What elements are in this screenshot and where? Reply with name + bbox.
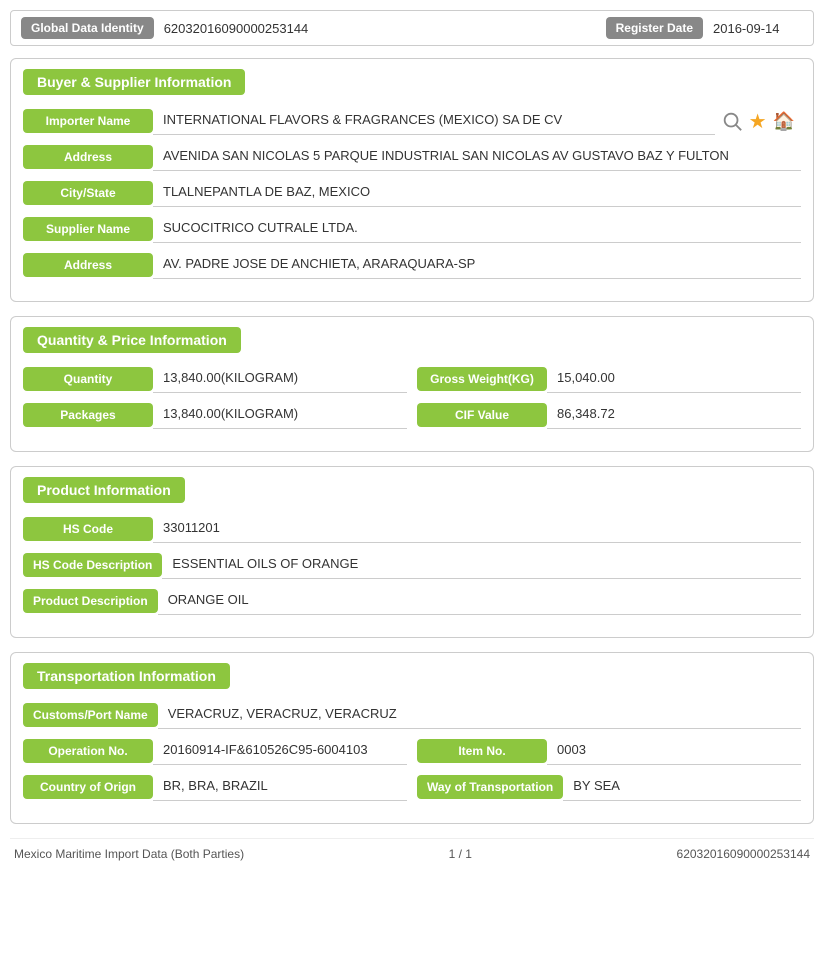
gross-weight-label: Gross Weight(KG) bbox=[417, 367, 547, 391]
register-date-label: Register Date bbox=[606, 17, 703, 39]
home-icon[interactable]: 🏠 bbox=[773, 111, 795, 132]
hs-code-value: 33011201 bbox=[153, 515, 801, 543]
customs-value: VERACRUZ, VERACRUZ, VERACRUZ bbox=[158, 701, 801, 729]
city-value: TLALNEPANTLA DE BAZ, MEXICO bbox=[153, 179, 801, 207]
customs-label: Customs/Port Name bbox=[23, 703, 158, 727]
importer-icons: ★ 🏠 bbox=[715, 109, 801, 134]
packages-cif-row: Packages 13,840.00(KILOGRAM) CIF Value 8… bbox=[23, 401, 801, 429]
product-desc-label: Product Description bbox=[23, 589, 158, 613]
footer: Mexico Maritime Import Data (Both Partie… bbox=[10, 838, 814, 865]
customs-row: Customs/Port Name VERACRUZ, VERACRUZ, VE… bbox=[23, 701, 801, 729]
country-value: BR, BRA, BRAZIL bbox=[153, 773, 407, 801]
quantity-value: 13,840.00(KILOGRAM) bbox=[153, 365, 407, 393]
cif-value-label: CIF Value bbox=[417, 403, 547, 427]
address1-value: AVENIDA SAN NICOLAS 5 PARQUE INDUSTRIAL … bbox=[153, 143, 801, 171]
country-label: Country of Orign bbox=[23, 775, 153, 799]
item-value: 0003 bbox=[547, 737, 801, 765]
quantity-label: Quantity bbox=[23, 367, 153, 391]
country-col: Country of Orign BR, BRA, BRAZIL bbox=[23, 773, 407, 801]
quantity-col: Quantity 13,840.00(KILOGRAM) bbox=[23, 365, 407, 393]
quantity-gross-row: Quantity 13,840.00(KILOGRAM) Gross Weigh… bbox=[23, 365, 801, 393]
search-icon[interactable] bbox=[721, 110, 743, 132]
way-value: BY SEA bbox=[563, 773, 801, 801]
country-way-row: Country of Orign BR, BRA, BRAZIL Way of … bbox=[23, 773, 801, 801]
register-date-value: 2016-09-14 bbox=[713, 21, 803, 36]
city-label: City/State bbox=[23, 181, 153, 205]
footer-right: 62032016090000253144 bbox=[677, 847, 810, 861]
address2-value: AV. PADRE JOSE DE ANCHIETA, ARARAQUARA-S… bbox=[153, 251, 801, 279]
gross-weight-col: Gross Weight(KG) 15,040.00 bbox=[417, 365, 801, 393]
supplier-label: Supplier Name bbox=[23, 217, 153, 241]
packages-col: Packages 13,840.00(KILOGRAM) bbox=[23, 401, 407, 429]
star-icon[interactable]: ★ bbox=[749, 109, 767, 134]
product-section: Product Information HS Code 33011201 HS … bbox=[10, 466, 814, 638]
hs-code-row: HS Code 33011201 bbox=[23, 515, 801, 543]
packages-label: Packages bbox=[23, 403, 153, 427]
supplier-value: SUCOCITRICO CUTRALE LTDA. bbox=[153, 215, 801, 243]
supplier-row: Supplier Name SUCOCITRICO CUTRALE LTDA. bbox=[23, 215, 801, 243]
quantity-price-title: Quantity & Price Information bbox=[23, 327, 241, 353]
gross-weight-value: 15,040.00 bbox=[547, 365, 801, 393]
way-col: Way of Transportation BY SEA bbox=[417, 773, 801, 801]
transportation-title: Transportation Information bbox=[23, 663, 230, 689]
item-label: Item No. bbox=[417, 739, 547, 763]
footer-center: 1 / 1 bbox=[449, 847, 472, 861]
hs-code-label: HS Code bbox=[23, 517, 153, 541]
item-col: Item No. 0003 bbox=[417, 737, 801, 765]
operation-col: Operation No. 20160914-IF&610526C95-6004… bbox=[23, 737, 407, 765]
packages-value: 13,840.00(KILOGRAM) bbox=[153, 401, 407, 429]
global-identity-label: Global Data Identity bbox=[21, 17, 154, 39]
global-header: Global Data Identity 6203201609000025314… bbox=[10, 10, 814, 46]
operation-value: 20160914-IF&610526C95-6004103 bbox=[153, 737, 407, 765]
way-label: Way of Transportation bbox=[417, 775, 563, 799]
buyer-supplier-title: Buyer & Supplier Information bbox=[23, 69, 245, 95]
operation-label: Operation No. bbox=[23, 739, 153, 763]
address1-row: Address AVENIDA SAN NICOLAS 5 PARQUE IND… bbox=[23, 143, 801, 171]
address2-row: Address AV. PADRE JOSE DE ANCHIETA, ARAR… bbox=[23, 251, 801, 279]
importer-row: Importer Name INTERNATIONAL FLAVORS & FR… bbox=[23, 107, 801, 135]
product-desc-value: ORANGE OIL bbox=[158, 587, 801, 615]
buyer-supplier-section: Buyer & Supplier Information Importer Na… bbox=[10, 58, 814, 302]
importer-label: Importer Name bbox=[23, 109, 153, 133]
transportation-section: Transportation Information Customs/Port … bbox=[10, 652, 814, 824]
global-identity-value: 62032016090000253144 bbox=[164, 21, 596, 36]
cif-value-value: 86,348.72 bbox=[547, 401, 801, 429]
hs-code-desc-value: ESSENTIAL OILS OF ORANGE bbox=[162, 551, 801, 579]
importer-value: INTERNATIONAL FLAVORS & FRAGRANCES (MEXI… bbox=[153, 107, 715, 135]
operation-item-row: Operation No. 20160914-IF&610526C95-6004… bbox=[23, 737, 801, 765]
footer-left: Mexico Maritime Import Data (Both Partie… bbox=[14, 847, 244, 861]
hs-code-desc-label: HS Code Description bbox=[23, 553, 162, 577]
address1-label: Address bbox=[23, 145, 153, 169]
address2-label: Address bbox=[23, 253, 153, 277]
product-title: Product Information bbox=[23, 477, 185, 503]
quantity-price-section: Quantity & Price Information Quantity 13… bbox=[10, 316, 814, 452]
product-desc-row: Product Description ORANGE OIL bbox=[23, 587, 801, 615]
city-row: City/State TLALNEPANTLA DE BAZ, MEXICO bbox=[23, 179, 801, 207]
hs-code-desc-row: HS Code Description ESSENTIAL OILS OF OR… bbox=[23, 551, 801, 579]
cif-value-col: CIF Value 86,348.72 bbox=[417, 401, 801, 429]
